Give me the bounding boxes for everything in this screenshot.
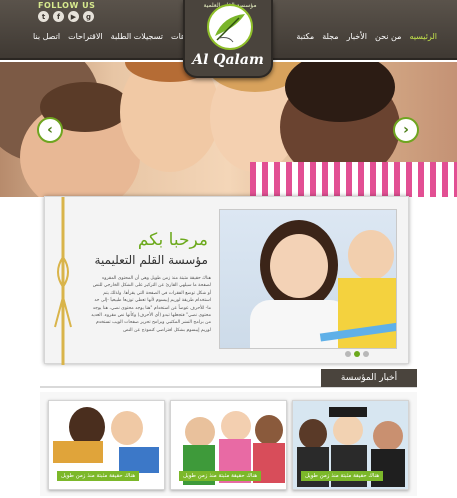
card-photo-book [53, 441, 103, 463]
welcome-title: مرحبا بكم [137, 230, 208, 250]
news-card[interactable]: هناك حقيقة مثبتة منذ زمن طويل [292, 400, 409, 490]
nav-magazine[interactable]: مجلة [322, 32, 338, 41]
logo-name: Al Qalam [192, 52, 264, 68]
slider-dot[interactable] [345, 351, 351, 357]
photo-boy-face [348, 230, 394, 280]
slider-dot[interactable] [363, 351, 369, 357]
slider-prev-arrow[interactable]: ‹ [37, 117, 63, 143]
card-photo-student [373, 421, 403, 451]
news-section-title: أخبار المؤسسة [321, 369, 417, 387]
news-card[interactable]: هناك حقيقة مثبتة منذ زمن طويل [48, 400, 165, 490]
card-photo-gown [371, 449, 405, 487]
welcome-subtitle: مؤسسة القلم التعليمية [94, 253, 208, 267]
nav-suggestions[interactable]: الاقتراحات [68, 32, 103, 41]
google-plus-icon[interactable]: g [83, 11, 94, 22]
card-photo-child [111, 411, 143, 445]
photo-boy-shirt [338, 278, 396, 348]
welcome-body-text: هناك حقيقة مثبتة منذ زمن طويل وهي أن الم… [91, 276, 211, 333]
follow-us-label: FOLLOW US [38, 1, 96, 10]
card-photo-child [221, 411, 251, 441]
site-logo[interactable]: مؤسسة القلم العلمية Al Qalam [183, 0, 273, 78]
slider-next-arrow[interactable]: › [393, 117, 419, 143]
logo-emblem [207, 4, 253, 50]
hero-striped-shirt [250, 162, 457, 197]
twitter-icon[interactable]: t [38, 11, 49, 22]
youtube-icon[interactable]: ▶ [68, 11, 79, 22]
nav-news[interactable]: الأخبار [347, 32, 367, 41]
news-card-caption: هناك حقيقة مثبتة منذ زمن طويل [179, 471, 262, 481]
social-links: t f ▶ g [38, 11, 94, 22]
main-nav-right: الرئيسيه من نحن الأخبار مجلة مكتبة [296, 32, 437, 41]
news-card-caption: هناك حقيقة مثبتة منذ زمن طويل [57, 471, 140, 481]
photo-girl-face [270, 234, 328, 298]
card-photo-student [333, 415, 363, 445]
news-cards: هناك حقيقة مثبتة منذ زمن طويل هناك حقيقة… [40, 392, 417, 496]
nav-home[interactable]: الرئيسيه [409, 32, 437, 41]
card-photo-child [185, 417, 215, 447]
nav-student-registrations[interactable]: تسجيلات الطلبة [111, 32, 163, 41]
nav-library[interactable]: مكتبة [296, 32, 314, 41]
slider-dots [345, 351, 369, 357]
quill-icon [215, 14, 245, 43]
graduation-cap-icon [329, 407, 367, 417]
welcome-photo [219, 209, 397, 349]
card-photo-book [119, 447, 159, 473]
card-photo-child [255, 415, 283, 445]
card-photo-gown [297, 447, 329, 487]
nav-contact[interactable]: اتصل بنا [33, 32, 60, 41]
hero-slider-image: ‹ › [0, 62, 457, 197]
card-photo-student [299, 419, 327, 449]
news-card[interactable]: هناك حقيقة مثبتة منذ زمن طويل [170, 400, 287, 490]
gold-ribbon-icon [54, 197, 72, 365]
main-nav-left: اتصل بنا الاقتراحات تسجيلات الطلبة فيديو… [33, 32, 202, 41]
facebook-icon[interactable]: f [53, 11, 64, 22]
news-card-caption: هناك حقيقة مثبتة منذ زمن طويل [301, 471, 384, 481]
photo-girl-shirt [250, 300, 350, 348]
welcome-panel: مرحبا بكم مؤسسة القلم التعليمية هناك حقي… [44, 196, 409, 365]
slider-dot-active[interactable] [354, 351, 360, 357]
nav-about[interactable]: من نحن [375, 32, 401, 41]
